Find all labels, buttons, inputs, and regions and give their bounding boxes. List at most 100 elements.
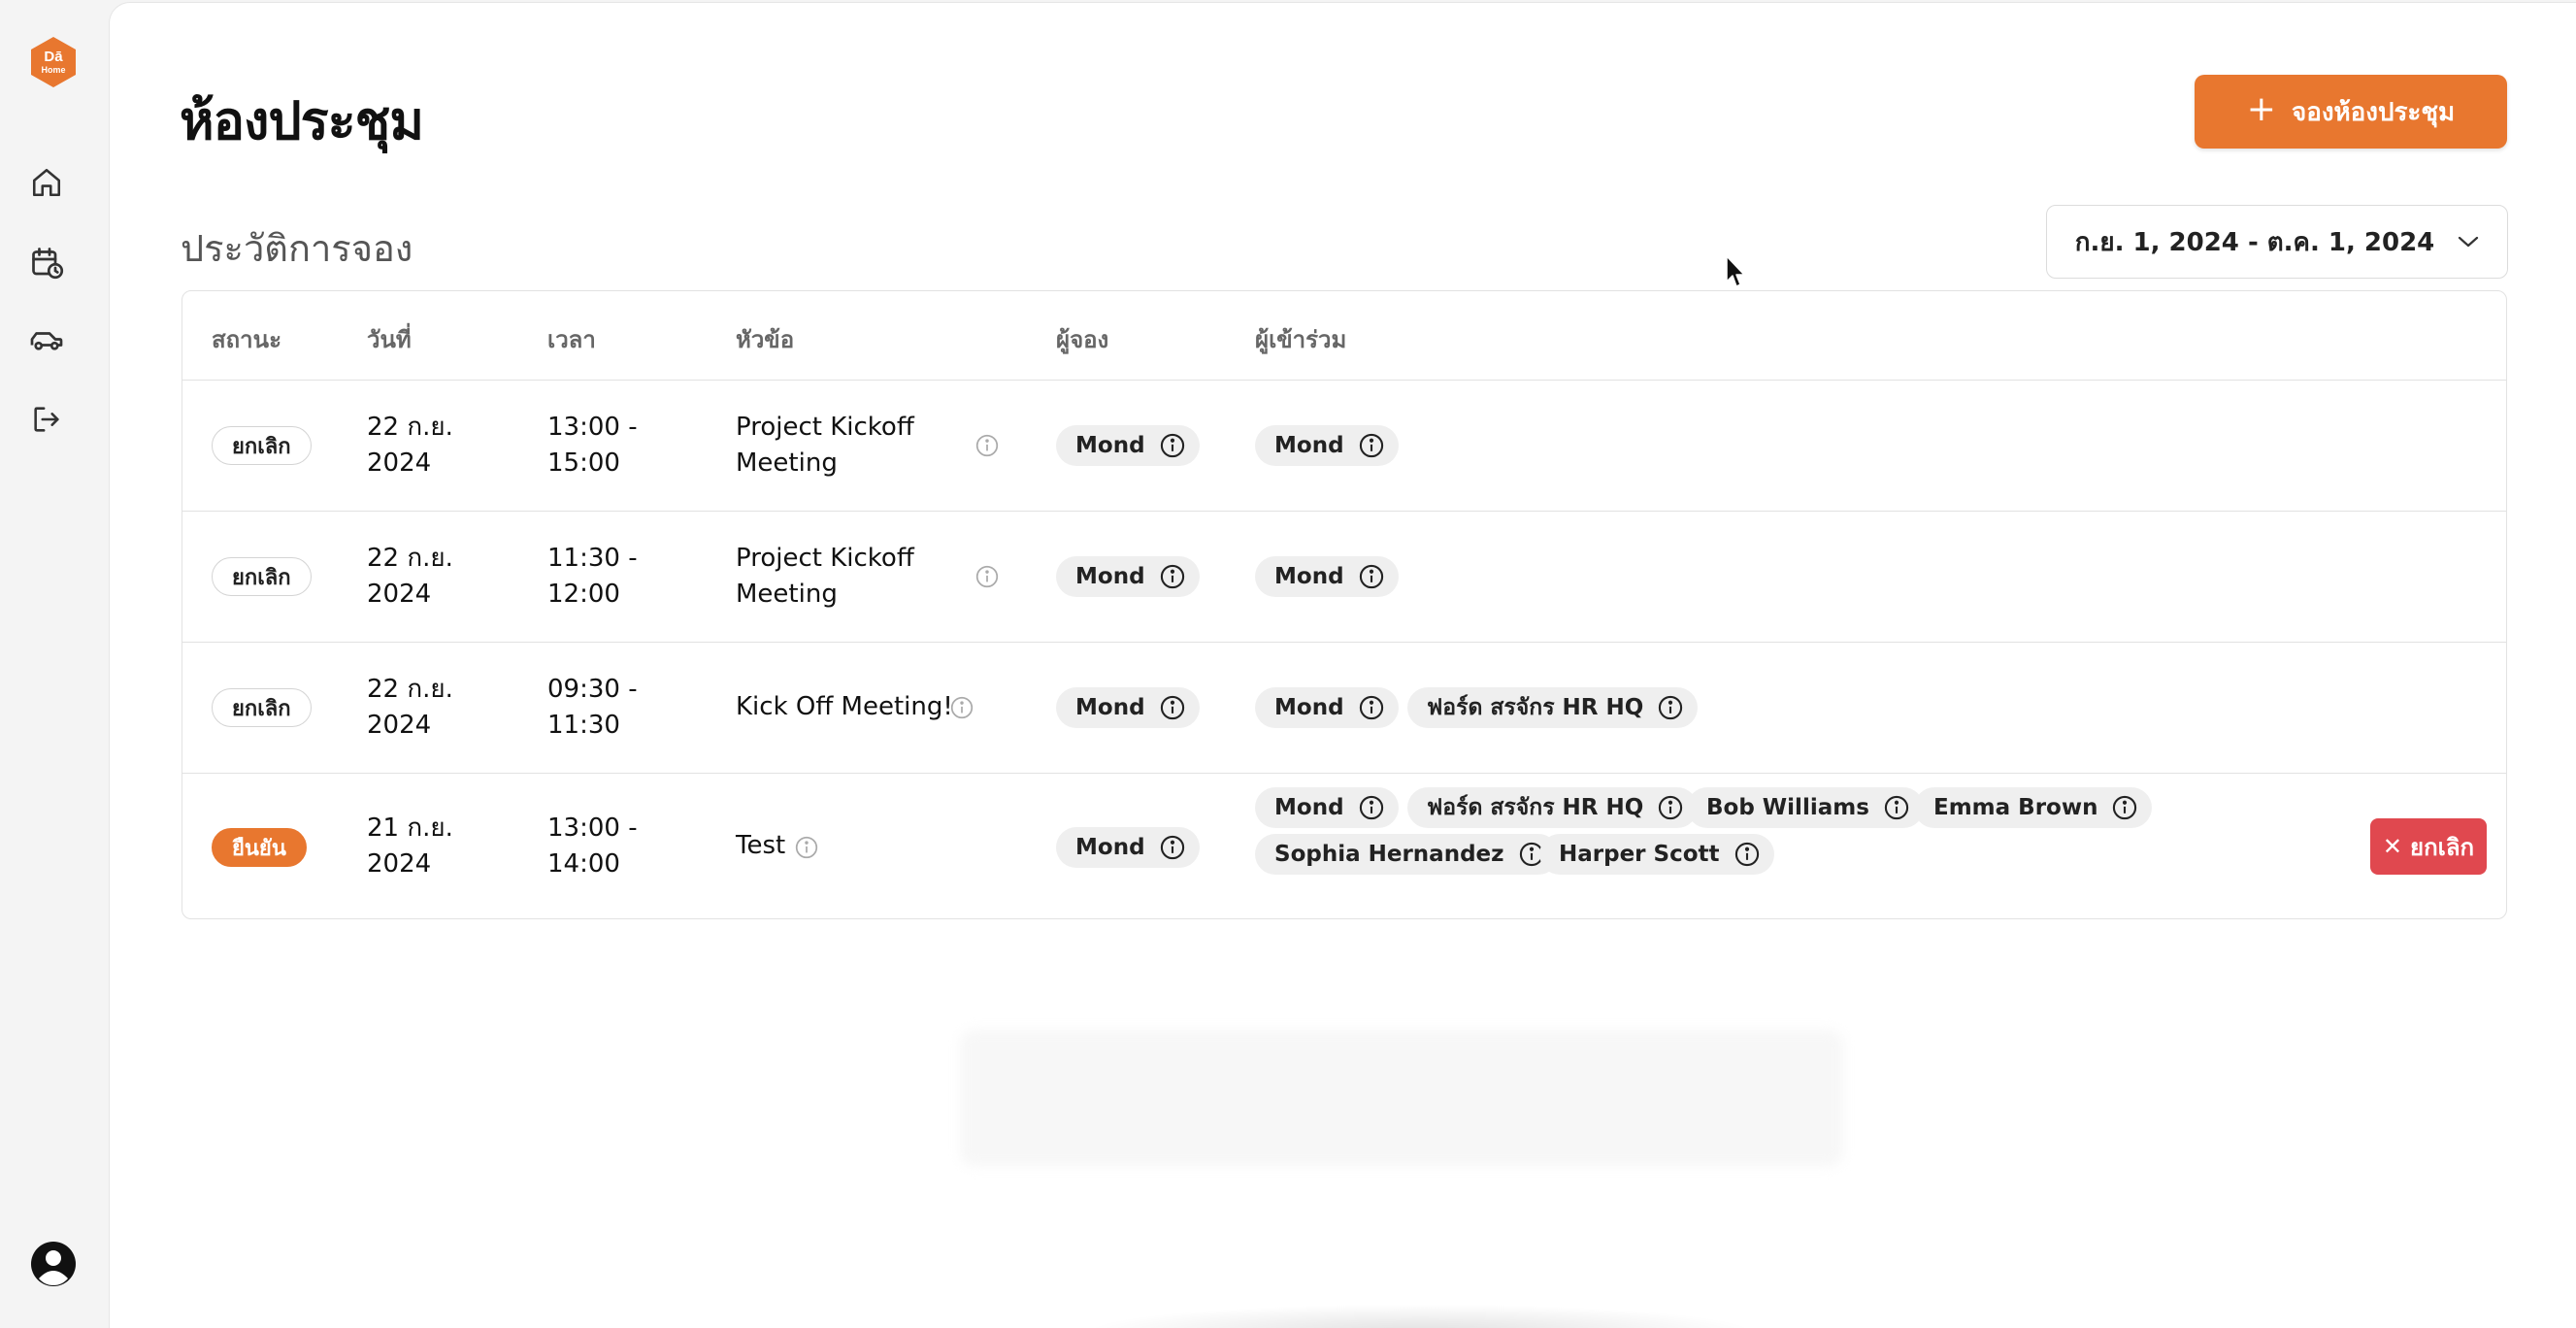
booking-topic: Test: [736, 831, 786, 860]
info-icon[interactable]: [1159, 834, 1186, 861]
booking-time: 11:30 - 12:00: [547, 541, 638, 613]
history-title: ประวัติการจอง: [181, 227, 413, 270]
column-header-status: สถานะ: [212, 326, 281, 353]
info-icon[interactable]: [2111, 794, 2138, 821]
column-header-booker: ผู้จอง: [1056, 326, 1109, 353]
topic-info-icon[interactable]: [949, 695, 974, 720]
date-line: 22 ก.ย.: [367, 675, 453, 704]
year-line: 2024: [367, 711, 432, 740]
attendee-name: ฟอร์ด สรจักร HR HQ: [1427, 695, 1644, 720]
home-icon[interactable]: [27, 163, 66, 202]
time-start: 09:30 -: [547, 675, 638, 704]
booking-date: 22 ก.ย. 2024: [367, 410, 453, 481]
calendar-clock-icon[interactable]: [27, 243, 66, 282]
plus-icon: +: [2246, 89, 2276, 129]
booker-chip[interactable]: Mond: [1056, 556, 1200, 597]
info-icon[interactable]: [1883, 794, 1910, 821]
attendee-chip[interactable]: Mond: [1255, 556, 1399, 597]
info-icon[interactable]: [1159, 432, 1186, 459]
date-line: 22 ก.ย.: [367, 413, 453, 442]
main-panel: ห้องประชุม + จองห้องประชุม ประวัติการจอง…: [109, 2, 2576, 1328]
info-icon[interactable]: [1358, 432, 1385, 459]
booker-chip[interactable]: Mond: [1056, 687, 1200, 728]
svg-text:Dā: Dā: [44, 49, 63, 65]
attendee-name: Bob Williams: [1706, 795, 1869, 820]
time-end: 14:00: [547, 849, 620, 879]
column-header-time: เวลา: [547, 326, 596, 353]
attendee-name: Mond: [1274, 564, 1344, 589]
attendee-name: Harper Scott: [1559, 842, 1720, 867]
column-header-date: วันที่: [367, 326, 412, 353]
logout-icon[interactable]: [27, 400, 66, 439]
attendee-name: Emma Brown: [1933, 795, 2098, 820]
booker-name: Mond: [1075, 695, 1145, 720]
attendee-chip[interactable]: Sophia Hernandez: [1255, 834, 1559, 875]
booking-topic: Kick Off Meeting!: [736, 692, 953, 721]
attendee-chip[interactable]: Mond: [1255, 687, 1399, 728]
status-badge: ยกเลิก: [212, 426, 312, 465]
booking-time: 13:00 - 15:00: [547, 410, 638, 481]
info-icon[interactable]: [1657, 794, 1684, 821]
booking-date: 21 ก.ย. 2024: [367, 811, 453, 882]
logo[interactable]: Dā Home: [28, 35, 79, 89]
attendee-chip[interactable]: Emma Brown: [1914, 787, 2153, 828]
time-end: 15:00: [547, 448, 620, 478]
booker-chip[interactable]: Mond: [1056, 827, 1200, 868]
fading-shadow: [1080, 1304, 1760, 1328]
column-header-topic: หัวข้อ: [736, 326, 795, 353]
date-line: 22 ก.ย.: [367, 544, 453, 573]
attendee-chip[interactable]: Harper Scott: [1539, 834, 1774, 875]
info-icon[interactable]: [1358, 563, 1385, 590]
attendee-chip[interactable]: Bob Williams: [1687, 787, 1924, 828]
attendee-name: ฟอร์ด สรจักร HR HQ: [1427, 795, 1644, 820]
booking-history-table: สถานะ วันที่ เวลา หัวข้อ ผู้จอง ผู้เข้าร…: [182, 290, 2507, 919]
close-icon: ✕: [2382, 833, 2403, 860]
svg-text:Home: Home: [41, 65, 65, 75]
user-avatar-icon[interactable]: [29, 1240, 78, 1288]
time-end: 11:30: [547, 711, 620, 740]
table-header: สถานะ วันที่ เวลา หัวข้อ ผู้จอง ผู้เข้าร…: [182, 291, 2506, 381]
date-line: 21 ก.ย.: [367, 813, 453, 843]
book-room-button[interactable]: + จองห้องประชุม: [2195, 75, 2507, 149]
status-badge: ยืนยัน: [212, 828, 307, 867]
attendee-name: Sophia Hernandez: [1274, 842, 1504, 867]
attendee-name: Mond: [1274, 695, 1344, 720]
booker-name: Mond: [1075, 433, 1145, 458]
booker-chip[interactable]: Mond: [1056, 425, 1200, 466]
booker-name: Mond: [1075, 835, 1145, 860]
table-row: ยกเลิก 22 ก.ย. 2024 09:30 - 11:30 Kick Off…: [182, 643, 2506, 774]
time-start: 13:00 -: [547, 813, 638, 843]
booking-time: 09:30 - 11:30: [547, 672, 638, 744]
attendee-chip[interactable]: ฟอร์ด สรจักร HR HQ: [1407, 787, 1699, 828]
attendee-chip[interactable]: Mond: [1255, 787, 1399, 828]
info-icon[interactable]: [1358, 794, 1385, 821]
info-icon[interactable]: [1159, 694, 1186, 721]
time-end: 12:00: [547, 580, 620, 609]
booking-topic: Project Kickoff Meeting: [736, 410, 914, 481]
cancel-booking-button[interactable]: ✕ ยกเลิก: [2370, 818, 2487, 875]
page-title: ห้องประชุม: [180, 90, 424, 151]
fading-toast: [960, 1030, 1843, 1166]
chevron-down-icon: [2459, 236, 2479, 248]
info-icon[interactable]: [1657, 694, 1684, 721]
table-row: ยกเลิก 22 ก.ย. 2024 11:30 - 12:00 Project …: [182, 512, 2506, 643]
topic-line: Project Kickoff: [736, 413, 914, 442]
info-icon[interactable]: [1159, 563, 1186, 590]
time-start: 13:00 -: [547, 413, 638, 442]
status-badge: ยกเลิก: [212, 688, 312, 727]
date-range-picker[interactable]: ก.ย. 1, 2024 - ต.ค. 1, 2024: [2046, 205, 2508, 279]
booking-date: 22 ก.ย. 2024: [367, 541, 453, 613]
topic-info-icon[interactable]: [794, 835, 819, 860]
topic-line: Meeting: [736, 448, 838, 478]
attendee-chip[interactable]: Mond: [1255, 425, 1399, 466]
car-icon[interactable]: [27, 321, 66, 360]
attendee-chip[interactable]: ฟอร์ด สรจักร HR HQ: [1407, 687, 1699, 728]
booking-topic: Project Kickoff Meeting: [736, 541, 914, 613]
info-icon[interactable]: [1734, 841, 1761, 868]
topic-info-icon[interactable]: [974, 433, 1000, 458]
time-start: 11:30 -: [547, 544, 638, 573]
attendee-name: Mond: [1274, 795, 1344, 820]
topic-info-icon[interactable]: [974, 564, 1000, 589]
info-icon[interactable]: [1358, 694, 1385, 721]
year-line: 2024: [367, 448, 432, 478]
